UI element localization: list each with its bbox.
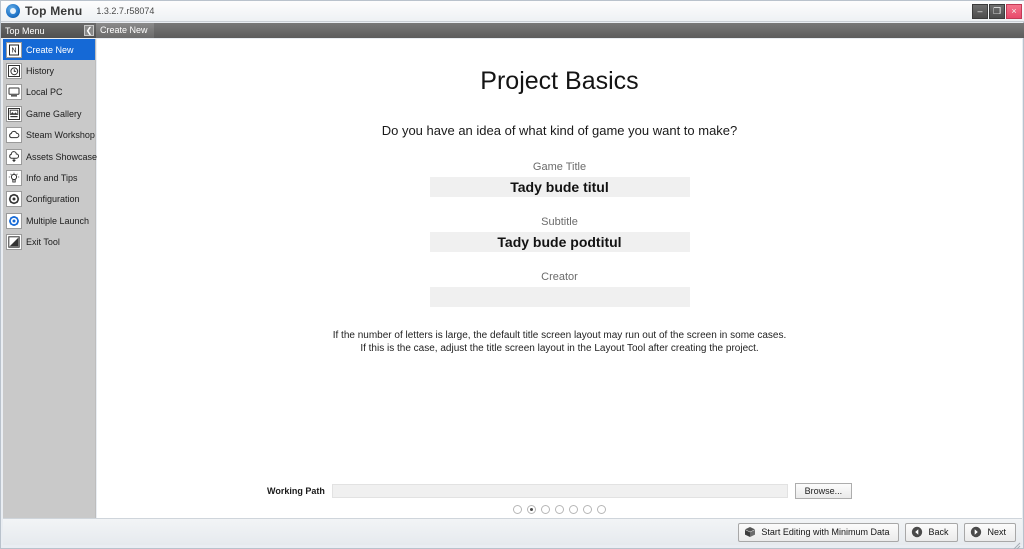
close-button[interactable]: × [1006, 3, 1022, 19]
pagination-dot[interactable] [569, 505, 578, 514]
browse-button[interactable]: Browse... [794, 483, 852, 499]
working-path-row: Working Path Browse... [97, 483, 1022, 499]
working-path-label: Working Path [267, 486, 325, 496]
exit-door-icon [6, 234, 22, 251]
creator-input[interactable] [429, 287, 690, 307]
cloud-icon [6, 127, 22, 144]
minimize-button[interactable]: – [972, 3, 988, 19]
layout-note: If the number of letters is large, the d… [97, 329, 1022, 355]
sidebar-item-label: Game Gallery [26, 108, 82, 119]
subtitle-input[interactable]: Tady bude podtitul [429, 232, 690, 252]
sidebar-panel-header: Top Menu ❮ [1, 23, 96, 38]
sidebar-item-label: Configuration [26, 194, 80, 205]
page-question: Do you have an idea of what kind of game… [381, 123, 738, 138]
sidebar-item-label: Create New [26, 44, 74, 55]
layout-note-line-1: If the number of letters is large, the d… [332, 330, 787, 341]
field-game-title: Game Title Tady bude titul [97, 161, 1022, 197]
resize-grip[interactable] [1011, 537, 1021, 549]
game-title-input[interactable]: Tady bude titul [429, 177, 690, 197]
next-button[interactable]: Next [964, 522, 1016, 542]
sidebar-item-label: Local PC [26, 87, 63, 98]
sidebar-item-info-and-tips[interactable]: Info and Tips [3, 167, 95, 188]
sidebar-item-label: Exit Tool [26, 237, 60, 248]
sidebar: N Create New History Local PC Game Galle… [3, 39, 98, 544]
minimize-icon: – [977, 5, 983, 16]
sidebar-item-multiple-launch[interactable]: Multiple Launch [3, 210, 95, 231]
version-label: 1.3.2.7.r58074 [96, 6, 155, 16]
sidebar-item-label: Steam Workshop [26, 130, 95, 141]
chevron-left-icon[interactable]: ❮ [84, 25, 94, 36]
button-label: Back [928, 527, 949, 537]
svg-text:N: N [11, 47, 16, 54]
pagination-dot[interactable] [513, 505, 522, 514]
lightbulb-icon [6, 170, 22, 187]
maximize-icon: ❐ [992, 5, 1002, 16]
new-document-icon: N [6, 41, 22, 58]
pagination-dots [97, 505, 1022, 514]
sidebar-item-label: History [26, 66, 55, 77]
gallery-image-icon [6, 105, 22, 122]
footer-bar: Start Editing with Minimum Data Back Nex… [3, 518, 1022, 545]
box-icon [744, 526, 756, 538]
main-content: Project Basics Do you have an idea of wh… [97, 39, 1022, 544]
title-bar: Top Menu 1.3.2.7.r58074 – ❐ × [1, 1, 1024, 22]
sidebar-item-label: Assets Showcase [26, 151, 98, 162]
layout-note-line-2: If this is the case, adjust the title sc… [360, 343, 759, 354]
sidebar-item-configuration[interactable]: Configuration [3, 189, 95, 210]
multi-gear-icon [6, 212, 22, 229]
back-button[interactable]: Back [905, 522, 959, 542]
cloud-download-icon [6, 148, 22, 165]
application-window: Top Menu 1.3.2.7.r58074 – ❐ × Top Menu ❮… [0, 0, 1024, 549]
page-title: Project Basics [480, 67, 639, 95]
sidebar-item-exit-tool[interactable]: Exit Tool [3, 232, 95, 253]
close-icon: × [1011, 5, 1017, 16]
sidebar-item-history[interactable]: History [3, 60, 95, 81]
window-title: Top Menu [25, 4, 83, 18]
gear-blue-icon [6, 4, 20, 18]
pagination-dot[interactable] [541, 505, 550, 514]
button-label: Start Editing with Minimum Data [761, 527, 890, 537]
tab-strip: Create New [96, 23, 1024, 38]
field-creator: Creator [97, 271, 1022, 307]
field-label: Creator [541, 271, 578, 283]
working-path-input[interactable] [331, 484, 788, 498]
tab-create-new[interactable]: Create New [96, 23, 154, 38]
arrow-left-circle-icon [911, 526, 923, 538]
sidebar-panel-title: Top Menu [5, 25, 45, 36]
start-editing-minimum-data-button[interactable]: Start Editing with Minimum Data [738, 522, 900, 542]
pagination-dot[interactable] [555, 505, 564, 514]
sidebar-item-game-gallery[interactable]: Game Gallery [3, 103, 95, 124]
sidebar-item-label: Info and Tips [26, 173, 78, 184]
sidebar-item-create-new[interactable]: N Create New [3, 39, 95, 61]
field-subtitle: Subtitle Tady bude podtitul [97, 216, 1022, 252]
sidebar-item-steam-workshop[interactable]: Steam Workshop [3, 125, 95, 146]
gear-icon [6, 191, 22, 208]
pagination-dot-active[interactable] [527, 505, 536, 514]
sidebar-item-local-pc[interactable]: Local PC [3, 82, 95, 103]
sidebar-item-assets-showcase[interactable]: Assets Showcase [3, 146, 98, 167]
sidebar-item-label: Multiple Launch [26, 215, 90, 226]
sub-bar: Top Menu ❮ Create New [1, 23, 1024, 38]
monitor-icon [6, 84, 22, 101]
arrow-right-circle-icon [970, 526, 982, 538]
pagination-dot[interactable] [597, 505, 606, 514]
clock-history-icon [6, 63, 22, 80]
pagination-dot[interactable] [583, 505, 592, 514]
button-label: Next [987, 527, 1006, 537]
maximize-button[interactable]: ❐ [989, 3, 1005, 19]
field-label: Game Title [532, 161, 587, 173]
field-label: Subtitle [541, 216, 578, 228]
